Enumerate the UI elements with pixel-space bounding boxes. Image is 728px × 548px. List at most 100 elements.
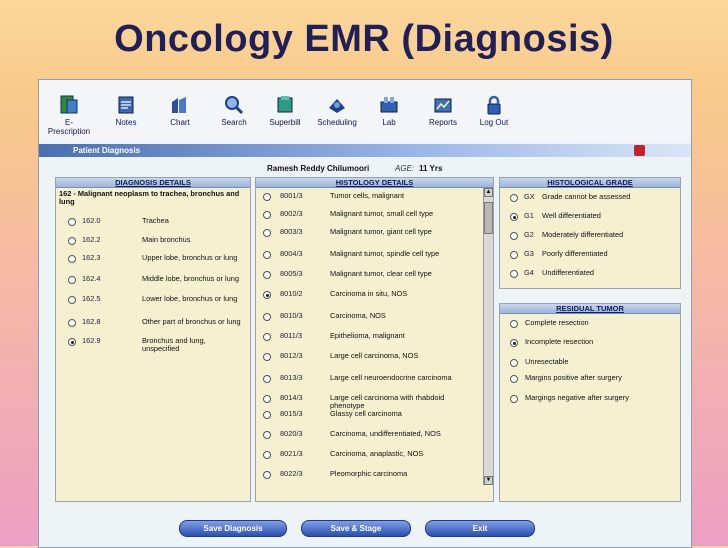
- toolbar-label: Search: [221, 118, 247, 127]
- toolbar-chart[interactable]: Chart: [150, 94, 210, 127]
- histology-code: 8003/3: [280, 227, 303, 236]
- histology-radio[interactable]: [263, 471, 271, 479]
- diagnosis-radio[interactable]: [68, 237, 76, 245]
- histology-radio[interactable]: [263, 431, 271, 439]
- diagnosis-radio[interactable]: [68, 255, 76, 263]
- diagnosis-description: Other part of bronchus or lung: [142, 317, 241, 326]
- diagnosis-radio[interactable]: [68, 319, 76, 327]
- residual-description: Complete resection: [525, 318, 589, 327]
- histology-radio[interactable]: [263, 353, 271, 361]
- diagnosis-radio[interactable]: [68, 296, 76, 304]
- histology-code: 8011/3: [280, 331, 303, 340]
- grade-radio[interactable]: [510, 213, 518, 221]
- grade-description: Poorly differentiated: [542, 249, 608, 258]
- grade-code: G2: [524, 230, 534, 239]
- emr-window: E- Prescription Notes Chart Search Super…: [38, 79, 692, 548]
- log-out-icon: [487, 95, 501, 115]
- grade-radio[interactable]: [510, 270, 518, 278]
- toolbar-label: Log Out: [479, 118, 509, 127]
- toolbar-scheduling[interactable]: Scheduling: [307, 94, 367, 127]
- age-value: 11 Yrs: [419, 164, 443, 173]
- exit-button[interactable]: Exit: [425, 520, 535, 537]
- toolbar-superbill[interactable]: Superbill: [255, 94, 315, 127]
- diagnosis-code: 162.0: [82, 216, 101, 225]
- lab-icon: [380, 97, 398, 113]
- scroll-down-icon[interactable]: ▼: [484, 476, 493, 485]
- diagnosis-panel: DIAGNOSIS DETAILS 162 - Malignant neopla…: [55, 177, 251, 502]
- histology-radio[interactable]: [263, 193, 271, 201]
- diagnosis-description: Middle lobe, bronchus or lung: [142, 274, 239, 283]
- histology-radio[interactable]: [263, 271, 271, 279]
- diagnosis-description: Trachea: [142, 216, 169, 225]
- histology-scrollbar[interactable]: ▲ ▼: [483, 188, 493, 485]
- histology-radio[interactable]: [263, 375, 271, 383]
- age-label: AGE:: [395, 164, 415, 173]
- diagnosis-description: Main bronchus: [142, 235, 191, 244]
- grade-description: Moderately differentiated: [542, 230, 624, 239]
- reports-icon: [434, 98, 452, 113]
- histology-radio[interactable]: [263, 291, 271, 299]
- toolbar-log-out[interactable]: Log Out: [464, 94, 524, 127]
- search-icon: [225, 96, 244, 115]
- grade-radio[interactable]: [510, 251, 518, 259]
- histology-description: Carcinoma, NOS: [330, 311, 386, 320]
- grade-panel: HISTOLOGICAL GRADE GX Grade cannot be ass…: [499, 177, 681, 289]
- diagnosis-code: 162.4: [82, 274, 101, 283]
- residual-radio[interactable]: [510, 320, 518, 328]
- histology-radio[interactable]: [263, 211, 271, 219]
- residual-radio[interactable]: [510, 359, 518, 367]
- histology-description: Tumor cells, malignant: [330, 191, 405, 200]
- histology-radio[interactable]: [263, 411, 271, 419]
- scroll-thumb[interactable]: [484, 202, 493, 234]
- histology-code: 8005/3: [280, 269, 303, 278]
- diagnosis-radio[interactable]: [68, 276, 76, 284]
- section-title-bar: Patient Diagnosis: [39, 144, 691, 157]
- diagnosis-radio[interactable]: [68, 338, 76, 346]
- toolbar-notes[interactable]: Notes: [96, 94, 156, 127]
- histology-radio[interactable]: [263, 313, 271, 321]
- histology-code: 8014/3: [280, 393, 303, 402]
- histology-description: Malignant tumor, spindle cell type: [330, 249, 440, 258]
- grade-code: GX: [524, 192, 535, 201]
- save-diagnosis-button[interactable]: Save Diagnosis: [179, 520, 287, 537]
- histology-description: Large cell neuroendocrine carcinoma: [330, 373, 452, 382]
- histology-header: HISTOLOGY DETAILS: [256, 178, 493, 188]
- residual-panel: RESIDUAL TUMOR Complete resection Incompl…: [499, 303, 681, 502]
- residual-radio[interactable]: [510, 375, 518, 383]
- residual-radio[interactable]: [510, 395, 518, 403]
- save-stage-button[interactable]: Save & Stage: [301, 520, 411, 537]
- histology-code: 8002/3: [280, 209, 303, 218]
- close-icon[interactable]: [634, 145, 645, 156]
- diagnosis-radio[interactable]: [68, 218, 76, 226]
- diagnosis-group: 162 - Malignant neoplasm to trachea, bro…: [59, 189, 240, 206]
- histology-description: Large cell carcinoma, NOS: [330, 351, 419, 360]
- diagnosis-code: 162.2: [82, 235, 101, 244]
- histology-radio[interactable]: [263, 229, 271, 237]
- histology-description: Large cell carcinoma with rhabdoid pheno…: [330, 393, 445, 410]
- histology-radio[interactable]: [263, 333, 271, 341]
- diagnosis-code: 162.5: [82, 294, 101, 303]
- e-prescription-icon: [60, 95, 78, 114]
- histology-code: 8012/3: [280, 351, 303, 360]
- residual-header: RESIDUAL TUMOR: [500, 304, 680, 314]
- histology-radio[interactable]: [263, 395, 271, 403]
- diagnosis-description: Upper lobe, bronchus or lung: [142, 253, 238, 262]
- toolbar-label: E- Prescription: [47, 118, 91, 136]
- toolbar-lab[interactable]: Lab: [359, 94, 419, 127]
- scroll-up-icon[interactable]: ▲: [484, 188, 493, 197]
- histology-code: 8020/3: [280, 429, 303, 438]
- histology-description: Carcinoma, anaplastic, NOS: [330, 449, 424, 458]
- histology-code: 8010/3: [280, 311, 303, 320]
- grade-radio[interactable]: [510, 232, 518, 240]
- diagnosis-description: Bronchus and lung, unspecified: [142, 336, 206, 353]
- toolbar-e-prescription[interactable]: E- Prescription: [39, 94, 99, 136]
- histology-radio[interactable]: [263, 251, 271, 259]
- histology-radio[interactable]: [263, 451, 271, 459]
- histology-code: 8001/3: [280, 191, 303, 200]
- histology-code: 8015/3: [280, 409, 303, 418]
- grade-radio[interactable]: [510, 194, 518, 202]
- residual-radio[interactable]: [510, 339, 518, 347]
- grade-header: HISTOLOGICAL GRADE: [500, 178, 680, 188]
- histology-code: 8013/3: [280, 373, 303, 382]
- grade-code: G3: [524, 249, 534, 258]
